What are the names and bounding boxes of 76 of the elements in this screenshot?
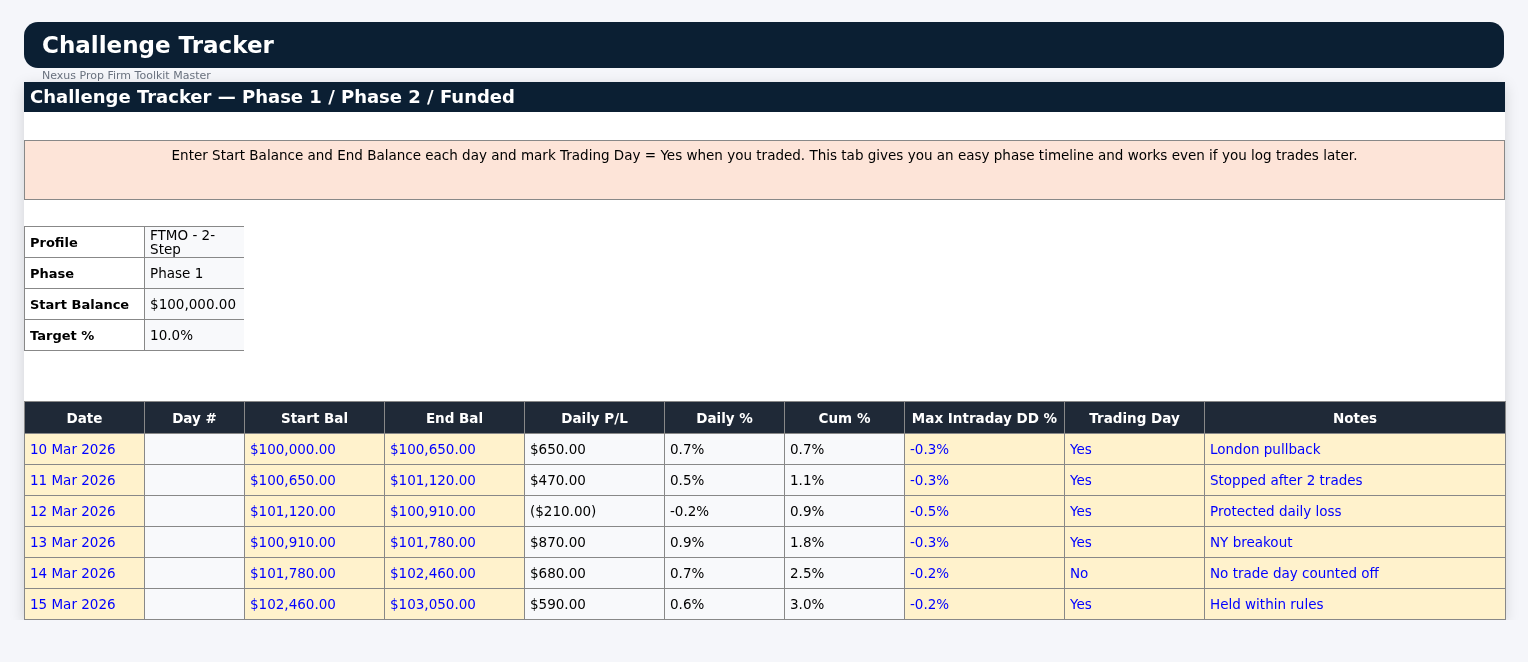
column-header: Start Bal: [244, 401, 385, 434]
table-cell: 2.5%: [784, 557, 905, 589]
summary-label: Target %: [24, 319, 145, 351]
table-cell[interactable]: 13 Mar 2026: [24, 526, 145, 558]
table-cell[interactable]: No: [1064, 557, 1205, 589]
summary-value: FTMO - 2-Step: [144, 226, 244, 258]
table-cell[interactable]: 12 Mar 2026: [24, 495, 145, 527]
column-header: Date: [24, 401, 145, 434]
column-header: Daily P/L: [524, 401, 665, 434]
column-header: End Bal: [384, 401, 525, 434]
table-cell[interactable]: Protected daily loss: [1204, 495, 1506, 527]
table-cell: 0.9%: [784, 495, 905, 527]
table-cell[interactable]: $101,780.00: [244, 557, 385, 589]
table-cell: $650.00: [524, 433, 665, 465]
table-cell[interactable]: -0.5%: [904, 495, 1065, 527]
table-cell[interactable]: $101,120.00: [384, 464, 525, 496]
summary-value: Phase 1: [144, 257, 244, 289]
table-cell: $870.00: [524, 526, 665, 558]
table-cell: $470.00: [524, 464, 665, 496]
table-cell: $590.00: [524, 588, 665, 620]
table-cell: -0.2%: [664, 495, 785, 527]
summary-label: Profile: [24, 226, 145, 258]
table-cell[interactable]: -0.2%: [904, 588, 1065, 620]
table-cell: 0.7%: [664, 433, 785, 465]
column-header: Max Intraday DD %: [904, 401, 1065, 434]
table-cell: ($210.00): [524, 495, 665, 527]
summary-label: Phase: [24, 257, 145, 289]
table-cell[interactable]: 10 Mar 2026: [24, 433, 145, 465]
table-cell: 0.9%: [664, 526, 785, 558]
table-cell: 0.7%: [664, 557, 785, 589]
table-cell: 0.6%: [664, 588, 785, 620]
table-cell[interactable]: $101,120.00: [244, 495, 385, 527]
table-cell: 0.7%: [784, 433, 905, 465]
table-cell: 1.8%: [784, 526, 905, 558]
table-cell[interactable]: 11 Mar 2026: [24, 464, 145, 496]
summary-label: Start Balance: [24, 288, 145, 320]
table-cell[interactable]: -0.3%: [904, 464, 1065, 496]
table-cell[interactable]: London pullback: [1204, 433, 1506, 465]
table-cell[interactable]: -0.3%: [904, 526, 1065, 558]
table-cell[interactable]: 14 Mar 2026: [24, 557, 145, 589]
sheet-title: Challenge Tracker — Phase 1 / Phase 2 / Funded: [24, 82, 1505, 112]
summary-value: $100,000.00: [144, 288, 244, 320]
table-cell[interactable]: Yes: [1064, 495, 1205, 527]
table-cell[interactable]: -0.3%: [904, 433, 1065, 465]
column-header: Cum %: [784, 401, 905, 434]
table-cell[interactable]: $100,650.00: [244, 464, 385, 496]
table-cell[interactable]: $101,780.00: [384, 526, 525, 558]
column-header: Day #: [144, 401, 245, 434]
summary-value: 10.0%: [144, 319, 244, 351]
table-cell: 1.1%: [784, 464, 905, 496]
table-cell[interactable]: Stopped after 2 trades: [1204, 464, 1506, 496]
app-title: Challenge Tracker: [42, 32, 274, 58]
table-cell[interactable]: Yes: [1064, 588, 1205, 620]
table-cell[interactable]: Yes: [1064, 464, 1205, 496]
table-cell: 3.0%: [784, 588, 905, 620]
table-cell[interactable]: -0.2%: [904, 557, 1065, 589]
column-header: Notes: [1204, 401, 1506, 434]
table-cell[interactable]: Held within rules: [1204, 588, 1506, 620]
table-cell[interactable]: Yes: [1064, 433, 1205, 465]
table-cell[interactable]: Yes: [1064, 526, 1205, 558]
table-cell[interactable]: $100,650.00: [384, 433, 525, 465]
table-cell[interactable]: NY breakout: [1204, 526, 1506, 558]
table-cell: 0.5%: [664, 464, 785, 496]
column-header: Trading Day: [1064, 401, 1205, 434]
table-cell[interactable]: $100,910.00: [384, 495, 525, 527]
instruction-note: Enter Start Balance and End Balance each day and mark Trading Day = Yes when you traded. This tab gives you an easy phase timeline and works even if you log trades later.: [24, 140, 1505, 200]
table-cell[interactable]: $102,460.00: [384, 557, 525, 589]
table-cell[interactable]: $103,050.00: [384, 588, 525, 620]
table-cell[interactable]: No trade day counted off: [1204, 557, 1506, 589]
app-subtitle: Nexus Prop Firm Toolkit Master: [41, 68, 212, 82]
table-cell[interactable]: $102,460.00: [244, 588, 385, 620]
table-cell[interactable]: $100,000.00: [244, 433, 385, 465]
column-header: Daily %: [664, 401, 785, 434]
table-cell: $680.00: [524, 557, 665, 589]
table-cell[interactable]: 15 Mar 2026: [24, 588, 145, 620]
table-cell[interactable]: $100,910.00: [244, 526, 385, 558]
